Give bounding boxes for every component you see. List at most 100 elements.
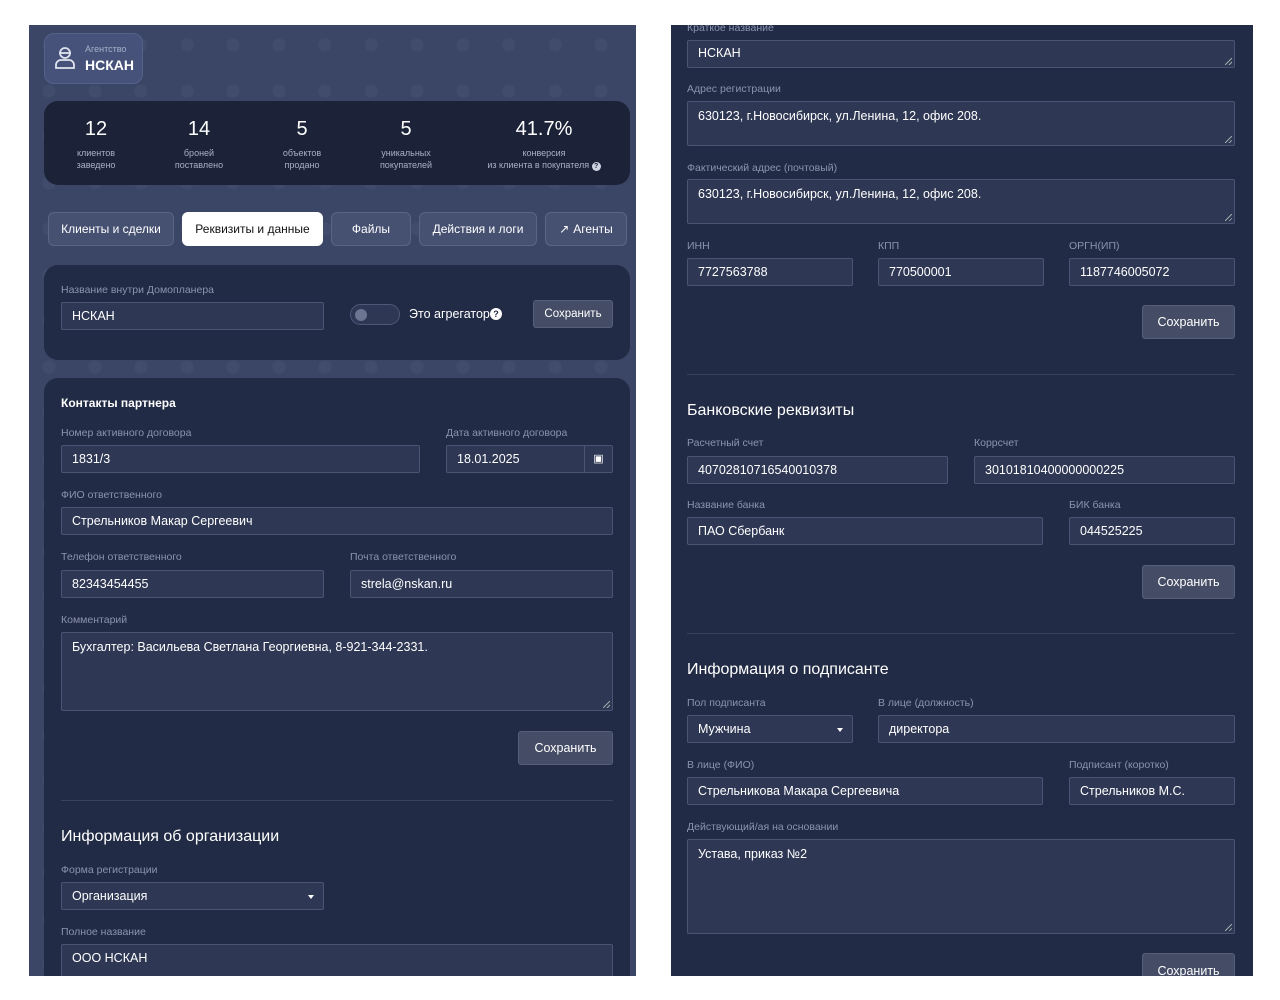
tab-agents[interactable]: ↗ Агенты [545,212,627,246]
save-button[interactable]: Сохранить [1142,953,1235,976]
account-input[interactable]: 40702810716540010378 [687,456,948,484]
divider [61,800,613,801]
stat-clients: 12 клиентов заведено [56,101,136,171]
stat-label: броней [183,148,215,158]
aggregator-label: Это агрегатор [409,307,490,321]
stat-buyers: 5 уникальных покупателей [366,101,446,171]
reg-address-label: Адрес регистрации [687,83,781,95]
position-label: В лице (должность) [878,697,974,709]
org-title: Информация об организации [61,828,280,845]
phone-label: Телефон ответственного [61,551,182,563]
tab-logs[interactable]: Действия и логи [419,212,537,246]
stat-value: 5 [296,118,308,140]
bik-label: БИК банка [1069,499,1121,511]
reg-address-textarea[interactable]: 630123, г.Новосибирск, ул.Ленина, 12, оф… [687,101,1235,146]
full-name-input[interactable]: ООО НСКАН [61,944,613,976]
agency-label: Агентство [85,44,127,54]
short-name-input[interactable]: НСКАН [687,40,1235,68]
external-link-icon: ↗ [559,222,570,236]
signer-fio-input[interactable]: Стрельникова Макара Сергеевича [687,777,1043,805]
kpp-input[interactable]: 770500001 [878,258,1044,286]
stat-sold: 5 объектов продано [262,101,342,171]
short-name-label: Краткое название [687,25,774,34]
stat-label: покупателей [379,160,433,170]
tab-clients[interactable]: Клиенты и сделки [48,212,174,246]
bank-title: Банковские реквизиты [687,402,855,419]
fact-address-textarea[interactable]: 630123, г.Новосибирск, ул.Ленина, 12, оф… [687,179,1235,224]
divider [687,374,1235,375]
contacts-card: Контакты партнера Номер активного догово… [44,378,630,976]
stats-bar: 12 клиентов заведено 14 броней поставлено 5 о… [44,101,630,185]
agency-badge: Агентство НСКАН [44,33,143,84]
bank-name-input[interactable]: ПАО Сбербанк [687,517,1043,545]
full-name-label: Полное название [61,926,146,938]
help-icon[interactable]: ? [490,308,502,320]
save-button[interactable]: Сохранить [1142,305,1235,339]
divider [687,633,1235,634]
ogrn-label: ОРГН(ИП) [1069,240,1120,252]
bank-name-label: Название банка [687,499,765,511]
email-input[interactable]: strela@nskan.ru [350,570,613,598]
account-label: Расчетный счет [687,437,764,449]
calendar-icon[interactable]: ▣ [584,446,612,472]
form-select[interactable]: Организация [61,882,324,910]
tab-files[interactable]: Файлы [331,212,411,246]
comment-label: Комментарий [61,614,128,626]
fio-input[interactable]: Стрельников Макар Сергеевич [61,507,613,535]
tab-label: Действия и логи [432,222,524,236]
contract-label: Номер активного договора [61,427,192,439]
kpp-label: КПП [878,240,900,252]
stat-value: 14 [187,118,211,140]
comment-textarea[interactable]: Бухгалтер: Васильева Светлана Георгиевна… [61,632,613,711]
basis-textarea[interactable]: Устава, приказ №2 [687,839,1235,934]
position-input[interactable]: директора [878,715,1235,743]
stat-label: заведено [76,160,116,170]
fio-label: ФИО ответственного [61,489,162,501]
corr-input[interactable]: 30101810400000000225 [974,456,1235,484]
general-card: Название внутри Домопланера НСКАН Это аг… [44,265,630,360]
right-panel: Краткое название НСКАН Адрес регистрации… [671,25,1253,976]
agent-avatar-icon [54,46,76,70]
tab-label: Клиенты и сделки [61,222,161,236]
stat-label: конверсия [522,148,566,158]
name-label: Название внутри Домопланера [61,284,214,296]
contacts-title: Контакты партнера [61,396,176,410]
help-icon[interactable]: ? [591,162,601,171]
date-input[interactable]: 18.01.2025 ▣ [446,445,613,473]
tab-label: Реквизиты и данные [195,222,310,236]
name-input[interactable]: НСКАН [61,302,324,330]
bik-input[interactable]: 044525225 [1069,517,1235,545]
tab-requisites[interactable]: Реквизиты и данные [182,212,323,246]
phone-input[interactable]: 82343454455 [61,570,324,598]
date-label: Дата активного договора [446,427,568,439]
save-button[interactable]: Сохранить [533,300,613,328]
stat-label: клиентов [76,148,116,158]
ogrn-input[interactable]: 1187746005072 [1069,258,1235,286]
contract-input[interactable]: 1831/3 [61,445,420,473]
signer-fio-label: В лице (ФИО) [687,759,755,771]
gender-select[interactable]: Мужчина [687,715,853,743]
save-button[interactable]: Сохранить [1142,565,1235,599]
save-button[interactable]: Сохранить [518,731,613,765]
tab-label: Файлы [351,222,391,236]
agency-name: НСКАН [85,57,134,73]
inn-label: ИНН [687,240,710,252]
stat-value: 5 [400,118,412,140]
stat-value: 12 [84,118,108,140]
basis-label: Действующий/ая на основании [687,821,839,833]
inn-input[interactable]: 7727563788 [687,258,853,286]
signer-short-input[interactable]: Стрельников М.С. [1069,777,1235,805]
aggregator-toggle[interactable] [350,304,400,325]
stat-label: продано [284,160,320,170]
corr-label: Коррсчет [974,437,1019,449]
date-value: 18.01.2025 [457,452,520,466]
stat-label: уникальных [381,148,431,158]
stat-value: 41.7% [515,118,573,140]
email-label: Почта ответственного [350,551,457,563]
stat-label: из клиента в покупателя [487,160,590,170]
stat-bookings: 14 броней поставлено [159,101,239,171]
signer-short-label: Подписант (коротко) [1069,759,1169,771]
stat-conversion: 41.7% конверсия из клиента в покупателя ? [474,101,614,171]
gender-label: Пол подписанта [687,697,766,709]
fact-address-label: Фактический адрес (почтовый) [687,162,838,174]
